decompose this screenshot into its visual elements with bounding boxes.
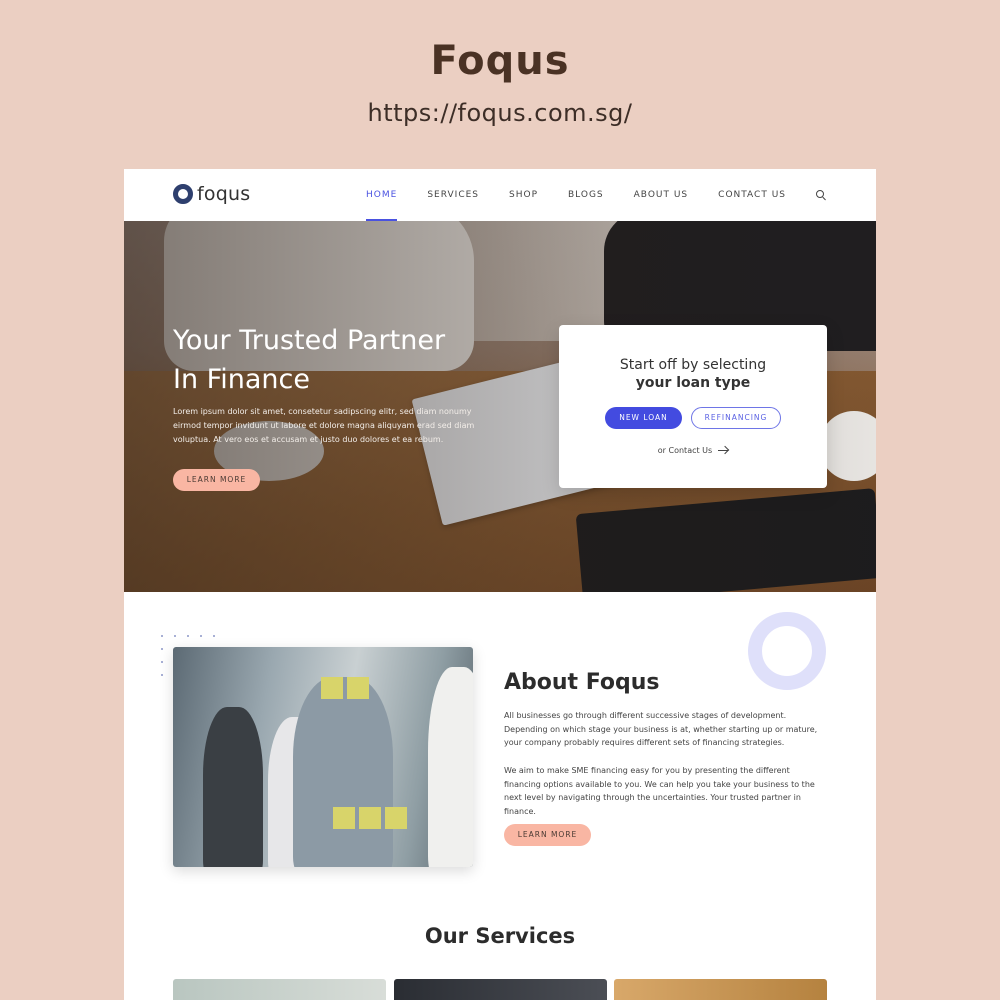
- service-card-2[interactable]: [394, 979, 607, 1000]
- main-menu: HOME SERVICES SHOP BLOGS ABOUT US CONTAC…: [336, 169, 826, 221]
- hero-title-line1: Your Trusted Partner: [173, 325, 446, 356]
- arrow-right-icon: [718, 449, 729, 452]
- logo-text: foqus: [197, 183, 251, 205]
- photo-sticky-note: [321, 677, 343, 699]
- showcase-url[interactable]: https://foqus.com.sg/: [0, 99, 1000, 127]
- photo-person-1: [203, 707, 263, 867]
- contact-us-link[interactable]: or Contact Us: [559, 446, 827, 455]
- nav-item-contact-us[interactable]: CONTACT US: [718, 169, 786, 221]
- showcase-title: Foqus: [430, 38, 570, 84]
- new-loan-button[interactable]: NEW LOAN: [605, 407, 682, 429]
- photo-person-4: [428, 667, 473, 867]
- nav-item-shop[interactable]: SHOP: [509, 169, 538, 221]
- service-card-3[interactable]: [614, 979, 827, 1000]
- loan-card-heading: Start off by selecting: [619, 357, 767, 373]
- about-learn-more-button[interactable]: LEARN MORE: [504, 824, 591, 846]
- logo-ring-icon: [173, 184, 193, 204]
- loan-card-subheading: your loan type: [635, 375, 751, 391]
- about-paragraph-1: All businesses go through different succ…: [504, 711, 818, 748]
- hero-description: Lorem ipsum dolor sit amet, consetetur s…: [173, 407, 475, 444]
- refinancing-button[interactable]: REFINANCING: [691, 407, 781, 429]
- loan-card-buttons: NEW LOAN REFINANCING: [559, 407, 827, 429]
- photo-sticky-note: [385, 807, 407, 829]
- nav-item-blogs[interactable]: BLOGS: [568, 169, 604, 221]
- site-header: foqus HOME SERVICES SHOP BLOGS ABOUT US …: [124, 169, 876, 221]
- service-card-1[interactable]: [173, 979, 386, 1000]
- about-title: About Foqus: [504, 670, 660, 695]
- nav-item-home[interactable]: HOME: [366, 169, 398, 221]
- loan-type-card: Start off by selecting your loan type NE…: [559, 325, 827, 488]
- nav-item-about-us[interactable]: ABOUT US: [634, 169, 689, 221]
- logo[interactable]: foqus: [173, 183, 250, 205]
- about-paragraph-2: We aim to make SME financing easy for yo…: [504, 766, 815, 817]
- services-title: Our Services: [424, 924, 576, 948]
- about-team-photo: [173, 647, 473, 867]
- contact-us-label: or Contact Us: [657, 446, 713, 455]
- hero-title-line2: In Finance: [173, 364, 310, 395]
- hero-title: Your Trusted Partner In Finance: [173, 321, 493, 399]
- photo-sticky-note: [333, 807, 355, 829]
- hero-section: Your Trusted Partner In Finance Lorem ip…: [124, 221, 876, 592]
- hero-learn-more-button[interactable]: LEARN MORE: [173, 469, 260, 491]
- decorative-ring: [748, 612, 826, 690]
- photo-sticky-note: [359, 807, 381, 829]
- search-icon[interactable]: [816, 190, 826, 200]
- photo-person-3: [293, 677, 393, 867]
- nav-item-services[interactable]: SERVICES: [427, 169, 479, 221]
- website-preview: foqus HOME SERVICES SHOP BLOGS ABOUT US …: [124, 169, 876, 1000]
- photo-sticky-note: [347, 677, 369, 699]
